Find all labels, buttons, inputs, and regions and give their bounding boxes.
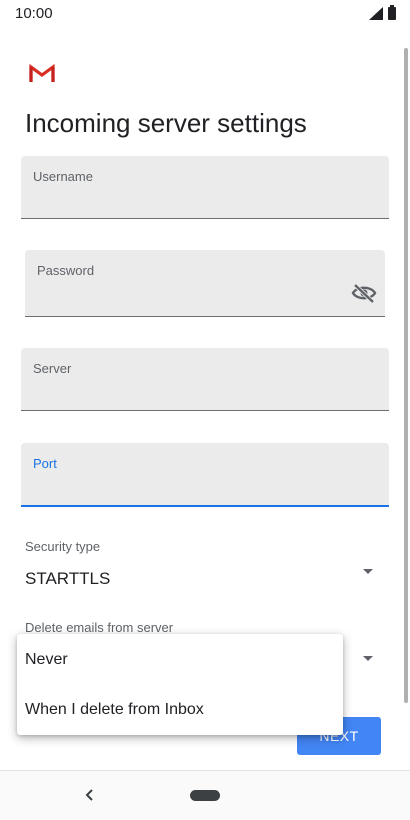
server-label: Server xyxy=(33,361,72,376)
security-type-label: Security type xyxy=(25,539,101,554)
port-label: Port xyxy=(33,456,57,471)
page-title: Incoming server settings xyxy=(25,108,307,138)
status-bar: 10:00 xyxy=(0,0,410,28)
visibility-off-icon[interactable] xyxy=(351,283,377,303)
battery-icon xyxy=(388,5,396,20)
security-type-dropdown-icon[interactable] xyxy=(363,569,373,574)
password-label: Password xyxy=(37,263,95,278)
port-field[interactable]: Port xyxy=(21,443,389,507)
delete-emails-label: Delete emails from server xyxy=(25,620,174,635)
delete-emails-dropdown-icon[interactable] xyxy=(363,656,373,661)
server-field[interactable]: Server xyxy=(21,348,389,411)
signal-icon xyxy=(369,7,383,20)
username-field[interactable]: Username xyxy=(21,156,389,219)
back-icon[interactable] xyxy=(80,783,100,807)
option-when-deleted-from-inbox[interactable]: When I delete from Inbox xyxy=(17,685,343,735)
status-time: 10:00 xyxy=(15,5,53,22)
delete-emails-dropdown-menu: Never When I delete from Inbox xyxy=(17,634,343,735)
home-pill-icon[interactable] xyxy=(190,790,220,801)
username-label: Username xyxy=(33,169,93,184)
option-never[interactable]: Never xyxy=(17,635,343,685)
status-icons xyxy=(369,5,396,20)
security-type-value[interactable]: STARTTLS xyxy=(25,569,110,589)
gmail-logo-icon xyxy=(29,64,55,82)
scrollbar[interactable] xyxy=(404,48,408,703)
navigation-bar xyxy=(0,770,410,820)
password-field[interactable]: Password xyxy=(25,250,385,317)
